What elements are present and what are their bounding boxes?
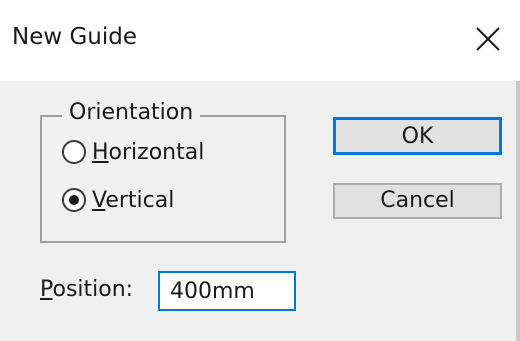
dialog-body: Orientation Horizontal Vertical OK Cance… [0, 81, 520, 341]
radio-horizontal[interactable]: Horizontal [62, 135, 204, 169]
cancel-button[interactable]: Cancel [333, 183, 502, 219]
radio-horizontal-circle[interactable] [62, 140, 86, 164]
vertical-accesskey: V [92, 187, 106, 213]
title-bar: New Guide [0, 0, 520, 81]
position-input[interactable] [158, 271, 296, 311]
radio-horizontal-label[interactable]: Horizontal [92, 140, 204, 165]
close-button[interactable] [456, 10, 520, 68]
vertical-label-rest: ertical [105, 187, 175, 213]
position-label: Position: [40, 277, 133, 302]
orientation-group: Orientation Horizontal Vertical [40, 100, 286, 243]
radio-vertical[interactable]: Vertical [62, 183, 174, 217]
position-accesskey: P [40, 277, 53, 302]
new-guide-dialog: New Guide Orientation Horizontal Vertica… [0, 0, 520, 341]
horizontal-label-rest: orizontal [108, 139, 205, 165]
close-icon [476, 27, 500, 51]
window-title: New Guide [12, 24, 138, 50]
radio-vertical-label[interactable]: Vertical [92, 188, 174, 213]
horizontal-accesskey: H [92, 139, 109, 165]
ok-button[interactable]: OK [333, 117, 502, 155]
orientation-legend: Orientation [62, 100, 201, 125]
position-label-rest: osition: [52, 277, 134, 302]
radio-vertical-circle[interactable] [62, 188, 86, 212]
